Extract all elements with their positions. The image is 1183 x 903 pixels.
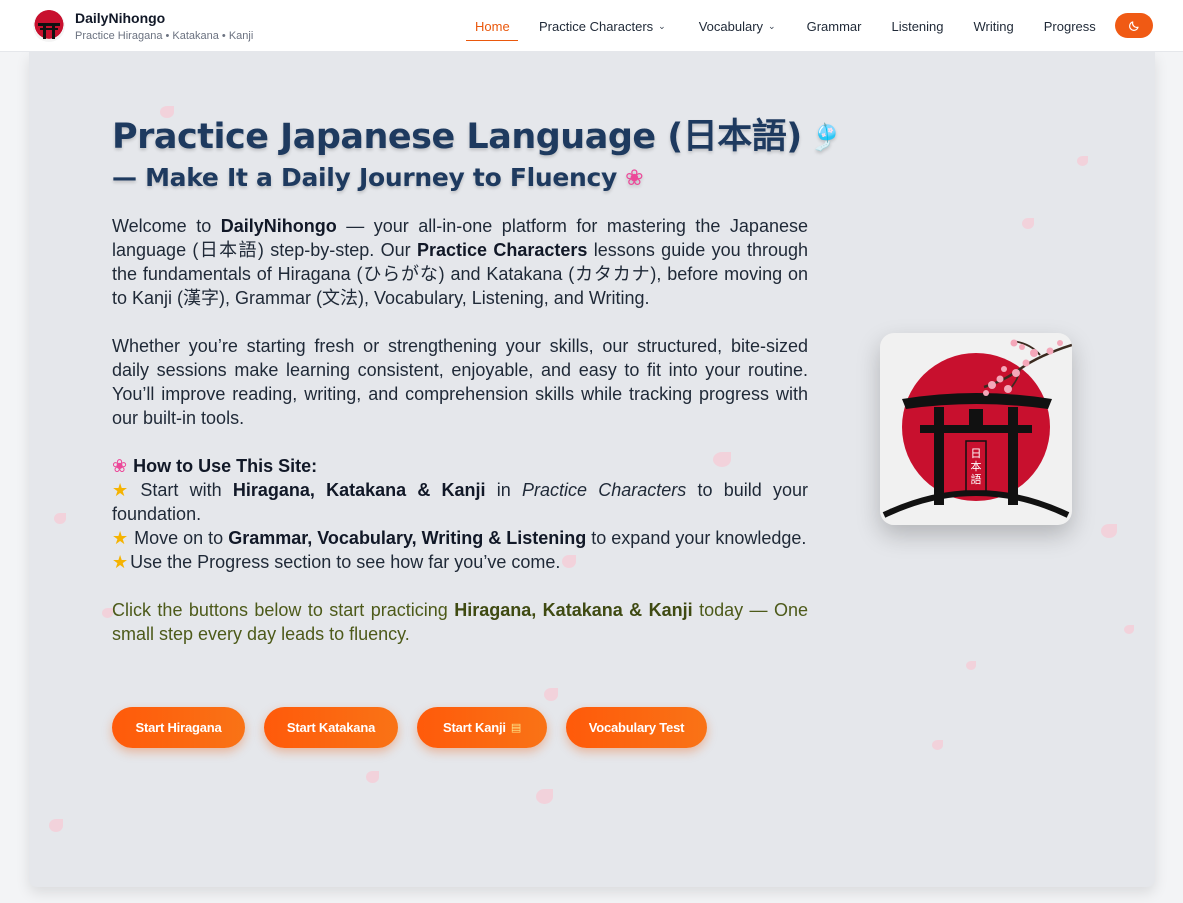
hero-section: Practice Japanese Language (日本語) 🎐 — Make… [29, 52, 1155, 887]
nav-grammar[interactable]: Grammar [807, 0, 862, 52]
start-kanji-button[interactable]: Start Kanji ▤ [417, 707, 547, 748]
nav-grammar-label: Grammar [806, 18, 862, 34]
petal-decoration [366, 771, 379, 783]
illustration-kanji-2: 本 [971, 459, 982, 473]
step-bold: Grammar, Vocabulary, Writing & Listening [228, 528, 587, 548]
intro-practice-characters: Practice Characters [416, 240, 588, 260]
brand-link[interactable]: DailyNihongo Practice Hiragana • Katakan… [33, 9, 253, 43]
main-nav: Home Practice Characters ⌄ Vocabulary ⌄ … [466, 0, 1096, 52]
howto-step-1: ★ Start with Hiragana, Katakana & Kanji i… [112, 478, 808, 526]
petal-decoration [49, 819, 63, 832]
petal-decoration [544, 688, 558, 701]
nav-progress-label: Progress [1043, 18, 1096, 34]
petal-decoration [1077, 156, 1088, 166]
cta-text: Click the buttons below to start practic… [112, 600, 455, 620]
nav-vocabulary-label: Vocabulary [698, 18, 764, 34]
start-kanji-label: Start Kanji [442, 720, 506, 735]
top-navbar: DailyNihongo Practice Hiragana • Katakan… [0, 0, 1183, 52]
petal-decoration [1124, 625, 1134, 634]
moon-icon [1129, 20, 1139, 31]
petal-decoration [54, 513, 66, 524]
vocabulary-test-label: Vocabulary Test [588, 720, 685, 735]
petal-decoration [1022, 218, 1034, 229]
japanese-fan-icon: 🎐 [809, 123, 842, 153]
step-bold: Hiragana, Katakana & Kanji [232, 480, 486, 500]
theme-toggle-button[interactable] [1115, 13, 1153, 38]
page-title: Practice Japanese Language (日本語) 🎐 [112, 114, 842, 161]
start-katakana-button[interactable]: Start Katakana [264, 707, 398, 748]
nav-listening-label: Listening [891, 18, 944, 34]
nav-listening[interactable]: Listening [891, 0, 943, 52]
step-text: in [485, 480, 523, 500]
brand-name: DailyNihongo [75, 9, 166, 26]
intro-paragraph: Welcome to DailyNihongo — your all-in-on… [112, 214, 808, 310]
page-subtitle: — Make It a Daily Journey to Fluency ❀ [112, 161, 808, 196]
torii-gate-icon: 日 本 語 [882, 339, 1072, 518]
chevron-down-icon: ⌄ [658, 20, 666, 31]
petal-decoration [932, 740, 943, 750]
cta-bold: Hiragana, Katakana & Kanji [454, 600, 693, 620]
cherry-blossom-icon: ❀ [625, 166, 644, 191]
howto-heading-text: How to Use This Site: [133, 456, 318, 476]
star-icon: ★ [112, 528, 129, 548]
petal-decoration [536, 789, 553, 804]
step-text: Start with [140, 480, 233, 500]
nav-vocabulary[interactable]: Vocabulary ⌄ [699, 0, 776, 52]
cherry-blossom-icon: ❀ [112, 456, 128, 476]
step-text: to expand your knowledge. [586, 528, 807, 548]
hero-content: Practice Japanese Language (日本語) 🎐 — Make… [112, 114, 842, 646]
scroll-icon: ▤ [510, 722, 522, 734]
start-hiragana-label: Start Hiragana [135, 720, 222, 735]
step-italic: Practice Characters [522, 480, 687, 500]
nav-progress[interactable]: Progress [1044, 0, 1096, 52]
page-title-text: Practice Japanese Language (日本語) [112, 117, 802, 157]
brand-tagline: Practice Hiragana • Katakana • Kanji [75, 29, 254, 42]
step-text: Move on to [134, 528, 229, 548]
howto-step-2: ★ Move on to Grammar, Vocabulary, Writing… [112, 526, 808, 550]
start-hiragana-button[interactable]: Start Hiragana [112, 707, 245, 748]
chevron-down-icon: ⌄ [768, 20, 776, 31]
cta-paragraph: Click the buttons below to start practic… [112, 598, 808, 646]
howto-step-3: ★ Use the Progress section to see how far… [112, 550, 808, 574]
nav-writing-label: Writing [973, 18, 1014, 34]
star-icon: ★ [112, 480, 135, 500]
start-katakana-label: Start Katakana [286, 720, 376, 735]
star-icon: ★ [112, 552, 129, 572]
nav-writing[interactable]: Writing [974, 0, 1014, 52]
illustration-kanji-3: 語 [971, 472, 982, 486]
howto-heading: ❀ How to Use This Site: [112, 454, 808, 478]
page-subtitle-text: — Make It a Daily Journey to Fluency [112, 163, 618, 192]
nav-home-label: Home [475, 18, 510, 34]
illustration-kanji-1: 日 [971, 447, 982, 460]
cta-buttons: Start Hiragana Start Katakana Start Kanj… [112, 707, 726, 748]
nav-practice-characters-label: Practice Characters [539, 18, 654, 34]
intro-text: Welcome to [112, 216, 221, 236]
petal-decoration [966, 661, 976, 670]
torii-logo-icon [33, 9, 65, 42]
vocabulary-test-button[interactable]: Vocabulary Test [566, 707, 707, 748]
torii-sun-illustration: 日 本 語 [880, 333, 1072, 525]
nav-practice-characters[interactable]: Practice Characters ⌄ [539, 0, 666, 52]
step-text: Use the Progress section to see how far … [130, 552, 561, 572]
description-paragraph: Whether you’re starting fresh or strengt… [112, 336, 808, 428]
intro-brand: DailyNihongo [220, 216, 337, 236]
nav-home[interactable]: Home [466, 0, 518, 52]
petal-decoration [1101, 524, 1117, 538]
